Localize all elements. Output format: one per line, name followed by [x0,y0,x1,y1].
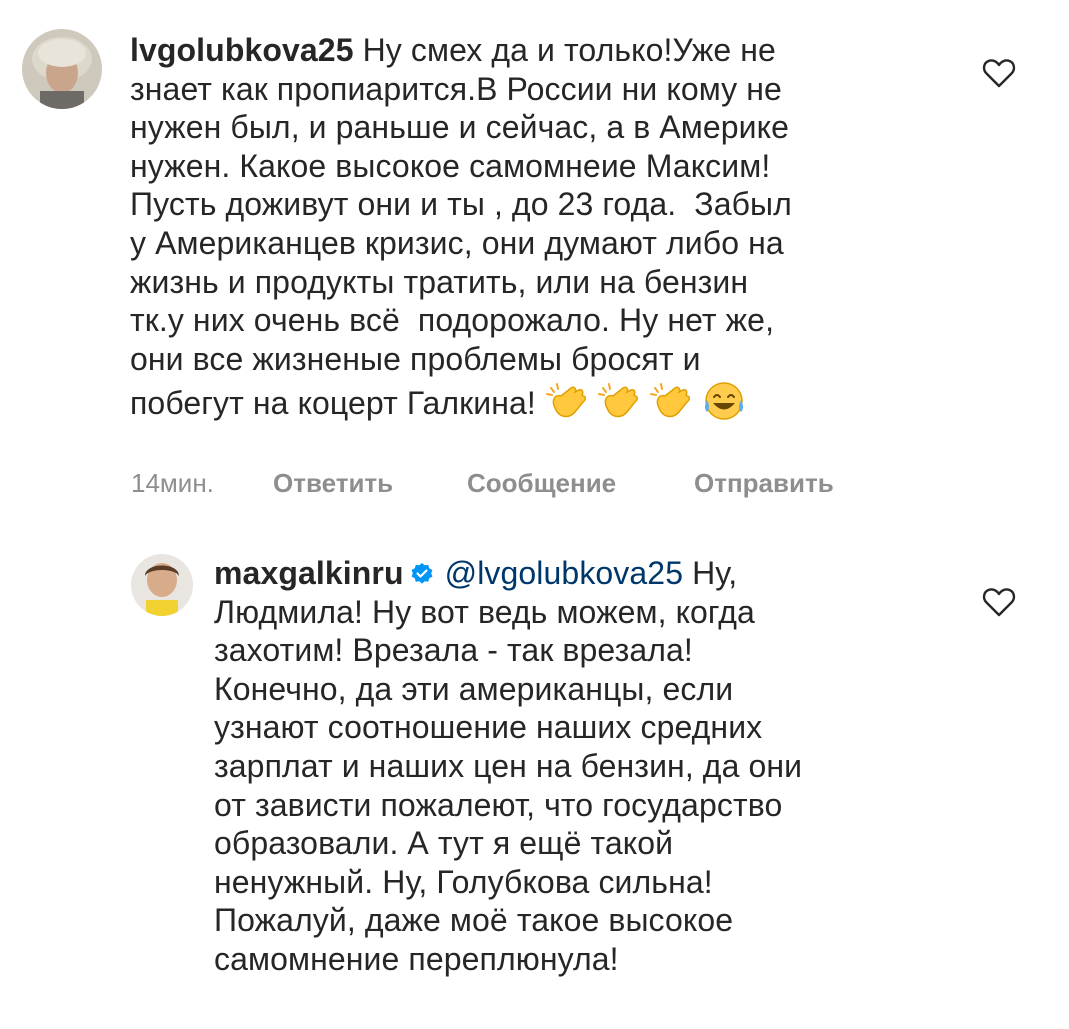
comment-text-line: у Американцев кризис, они думают либо на [130,224,784,261]
avatar-lvgolubkova25[interactable] [22,29,102,109]
comment-actions: 14мин. Ответить Сообщение Отправить [131,468,931,502]
comment-text-line: узнают соотношение наших средних [214,709,763,746]
verified-badge-icon [410,556,434,584]
comment-text-line: ненужный. Ну, Голубкова сильна! [214,863,713,900]
comment-text-line: тк.у них очень всё подорожало. Ну нет же… [130,302,775,339]
comment-text-line: образовали. А тут я ещё такой [214,825,674,862]
comment-maxgalkinru-text: maxgalkinru @lvgolubkova25 Ну, Людмила! … [214,554,802,979]
comment-text-line: самомнение переплюнула! [214,940,619,977]
comment-text-line: Пусть доживут они и ты , до 23 года. Заб… [130,186,792,223]
comment-username[interactable]: maxgalkinru [214,555,404,591]
clapping-hands-emoji [597,378,643,424]
face-with-tears-of-joy-emoji [701,378,747,424]
comment-text-line: захотим! Врезала - так врезала! [214,632,693,669]
like-heart-icon[interactable] [982,587,1016,617]
avatar-maxgalkinru[interactable] [131,554,193,616]
comment-text-line: Ну, [683,555,738,591]
comment-text-line: Ну смех да и только!Уже не [353,32,776,68]
message-button[interactable]: Сообщение [467,468,616,499]
comment-text-line: нужен. Какое высокое самомнеие Максим! [130,147,771,184]
reply-button[interactable]: Ответить [273,468,393,499]
comment-text-line: Людмила! Ну вот ведь можем, когда [214,593,755,630]
comment-text-line: побегут на коцерт Галкина! [130,385,545,422]
send-button[interactable]: Отправить [694,468,834,499]
like-heart-icon[interactable] [982,58,1016,88]
comment-text-line: нужен был, и раньше и сейчас, а в Америк… [130,109,789,146]
comment-text-line: они все жизненые проблемы бросят и [130,340,701,377]
comment-text-line: знает как пропиарится.В России ни кому н… [130,70,782,107]
comment-username[interactable]: lvgolubkova25 [130,32,354,68]
clapping-hands-emoji [545,378,591,424]
comment-text-line: Конечно, да эти американцы, если [214,670,734,707]
comment-timestamp: 14мин. [131,468,214,498]
comment-text-line: зарплат и наших цен на бензин, да они [214,747,803,784]
comment-text-line: от зависти пожалеют, что государство [214,786,783,823]
comment-lvgolubkova25-text: lvgolubkova25 Ну смех да и только!Уже не… [130,31,792,424]
clapping-hands-emoji [649,378,695,424]
comment-text-line: жизнь и продукты тратить, или на бензин [130,263,749,300]
mention-link[interactable]: @lvgolubkova25 [445,555,683,591]
comment-text-line: Пожалуй, даже моё такое высокое [214,902,734,939]
